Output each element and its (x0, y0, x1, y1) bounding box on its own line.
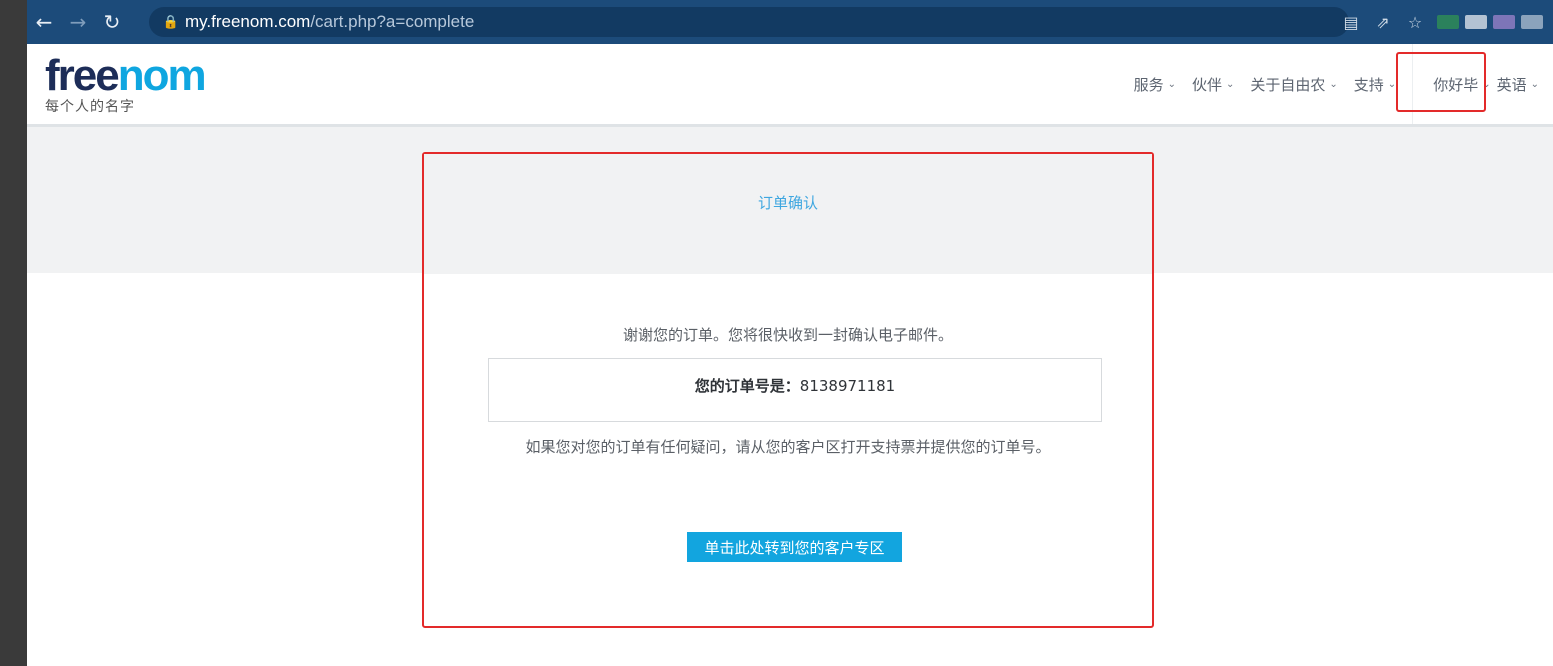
panel-title-area (424, 154, 1152, 274)
site-header: freenom 每个人的名字 服务 ⌄ 伙伴 ⌄ 关于自由农 ⌄ 支持 ⌄ 你好毕 ⌄ 英… (27, 44, 1553, 127)
main-nav: 服务 ⌄ 伙伴 ⌄ 关于自由农 ⌄ 支持 ⌄ 你好毕 ⌄ 英语 ⌄ (1134, 44, 1553, 124)
forward-arrow-icon[interactable]: → (61, 0, 95, 44)
left-window-strip (0, 0, 27, 666)
chevron-down-icon: ⌄ (1167, 78, 1176, 90)
chevron-down-icon: ⌄ (1387, 78, 1397, 90)
go-to-client-area-button[interactable]: 单击此处转到您的客户专区 (687, 532, 902, 562)
url-host: my.freenom.com (185, 12, 311, 31)
logo-wordmark: freenom (45, 51, 207, 100)
lock-icon[interactable]: 🔒 (157, 15, 185, 30)
user-menu-highlight-box (1396, 52, 1486, 112)
language-label: 英语 (1496, 75, 1527, 94)
nav-about[interactable]: 关于自由农 ⌄ (1250, 74, 1337, 95)
order-confirmation-panel: 订单确认 谢谢您的订单。您将很快收到一封确认电子邮件。 您的订单号是：81389… (422, 152, 1154, 628)
freenom-logo[interactable]: freenom 每个人的名字 (45, 51, 207, 116)
logo-part2: nom (117, 51, 207, 100)
url-text[interactable]: my.freenom.com/cart.php?a=complete (185, 12, 474, 32)
browser-toolbar: ← → ↻ 🔒 my.freenom.com/cart.php?a=comple… (27, 0, 1553, 44)
share-icon[interactable]: ⇗ (1367, 13, 1399, 32)
nav-about-label: 关于自由农 (1250, 75, 1326, 94)
address-bar[interactable]: 🔒 my.freenom.com/cart.php?a=complete (149, 7, 1349, 37)
language-menu[interactable]: 英语 ⌄ (1497, 74, 1539, 95)
order-number-value: 8138971181 (799, 377, 896, 395)
order-number-line: 您的订单号是：8138971181 (489, 375, 1101, 396)
order-number-label: 您的订单号是： (694, 377, 800, 395)
nav-support-label: 支持 (1353, 75, 1384, 94)
chevron-down-icon: ⌄ (1530, 78, 1539, 90)
nav-partners-label: 伙伴 (1191, 75, 1222, 94)
star-icon[interactable]: ☆ (1399, 13, 1431, 32)
thank-you-message: 谢谢您的订单。您将很快收到一封确认电子邮件。 (622, 326, 953, 344)
url-path: /cart.php?a=complete (310, 12, 475, 31)
nav-services-label: 服务 (1133, 75, 1164, 94)
nav-partners[interactable]: 伙伴 ⌄ (1192, 74, 1234, 95)
nav-services[interactable]: 服务 ⌄ (1134, 74, 1176, 95)
chevron-down-icon: ⌄ (1225, 78, 1235, 90)
nav-support[interactable]: 支持 ⌄ (1354, 74, 1396, 95)
page-title: 订单确认 (757, 194, 818, 212)
back-arrow-icon[interactable]: ← (27, 0, 61, 44)
web-page: freenom 每个人的名字 服务 ⌄ 伙伴 ⌄ 关于自由农 ⌄ 支持 ⌄ 你好毕 ⌄ 英… (27, 44, 1553, 666)
profile-avatars[interactable] (1437, 15, 1543, 29)
order-number-box: 您的订单号是：8138971181 (488, 358, 1102, 422)
logo-part1: free (45, 51, 120, 100)
reload-icon[interactable]: ↻ (95, 0, 129, 44)
translate-icon[interactable]: ▤ (1335, 13, 1367, 32)
chevron-down-icon: ⌄ (1329, 78, 1338, 90)
support-help-text: 如果您对您的订单有任何疑问，请从您的客户区打开支持票并提供您的订单号。 (525, 438, 1051, 456)
